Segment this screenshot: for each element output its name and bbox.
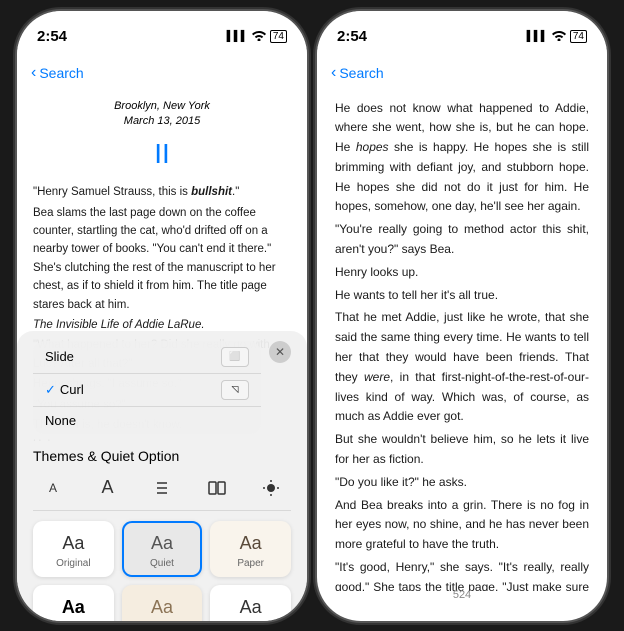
theme-original-name: Original: [56, 558, 90, 569]
theme-bold-label: Aa: [62, 597, 85, 618]
wifi-icon: [252, 30, 266, 44]
status-bar-left: 2:54 ▌▌▌ 74: [17, 11, 307, 55]
battery-icon-right: 74: [570, 30, 587, 43]
theme-quiet-label: Aa: [151, 533, 173, 554]
slide-option-curl[interactable]: ✓ Curl ◹: [33, 374, 261, 406]
theme-paper-name: Paper: [237, 558, 264, 569]
themes-grid: Aa Original Aa Quiet Aa Paper Aa Bold Aa: [33, 521, 291, 621]
theme-paper[interactable]: Aa Paper: [210, 521, 291, 577]
book-para-1: "Henry Samuel Strauss, this is bullshit.…: [33, 183, 291, 201]
reading-para-5: That he met Addie, just like he wrote, t…: [335, 308, 589, 427]
status-bar-right: 2:54 ▌▌▌ 74: [317, 11, 607, 55]
slide-option-slide[interactable]: Slide ⬜: [33, 341, 261, 373]
font-small-icon[interactable]: A: [37, 474, 69, 502]
status-time-right: 2:54: [337, 28, 367, 45]
back-button-right[interactable]: ‹ Search: [331, 64, 384, 82]
reading-para-8: And Bea breaks into a grin. There is no …: [335, 496, 589, 555]
reading-para-7: "Do you like it?" he asks.: [335, 473, 589, 493]
book-location: Brooklyn, New YorkMarch 13, 2015: [33, 99, 291, 130]
none-option-label: None: [45, 413, 76, 428]
curl-icon: ◹: [221, 380, 249, 400]
slide-option-none[interactable]: None: [33, 407, 261, 434]
chevron-left-icon-right: ‹: [331, 64, 336, 82]
theme-quiet[interactable]: Aa Quiet: [122, 521, 203, 577]
right-phone: 2:54 ▌▌▌ 74 ‹ Search He does not know wh…: [317, 11, 607, 621]
curl-option-label: Curl: [60, 382, 84, 397]
status-time-left: 2:54: [37, 28, 67, 45]
page-number: 524: [453, 589, 471, 601]
phones-container: 2:54 ▌▌▌ 74 ‹ Search Brooklyn, New YorkM…: [17, 11, 607, 621]
theme-focus-label: Aa: [240, 597, 262, 618]
theme-focus[interactable]: Aa Focus: [210, 585, 291, 621]
reading-para-3: Henry looks up.: [335, 263, 589, 283]
column-icon[interactable]: [201, 474, 233, 502]
theme-original[interactable]: Aa Original: [33, 521, 114, 577]
back-label-right: Search: [339, 65, 383, 81]
book-header: Brooklyn, New YorkMarch 13, 2015 II: [33, 99, 291, 176]
reading-content: He does not know what happened to Addie,…: [317, 91, 607, 591]
signal-icon: ▌▌▌: [227, 31, 248, 42]
nav-bar-right: ‹ Search: [317, 55, 607, 91]
theme-calm[interactable]: Aa Calm: [122, 585, 203, 621]
signal-icon-right: ▌▌▌: [527, 31, 548, 42]
font-large-icon[interactable]: A: [92, 474, 124, 502]
theme-quiet-name: Quiet: [150, 558, 174, 569]
theme-original-label: Aa: [62, 533, 84, 554]
slide-option-label: Slide: [45, 349, 74, 364]
themes-label: Themes & Quiet Option: [33, 448, 179, 464]
close-button[interactable]: ✕: [269, 341, 291, 363]
theme-paper-label: Aa: [240, 533, 262, 554]
toolbar-icons-row: A A: [33, 470, 291, 511]
themes-header: Themes & Quiet Option: [33, 448, 291, 464]
battery-icon: 74: [270, 30, 287, 43]
reading-para-1: He does not know what happened to Addie,…: [335, 99, 589, 218]
theme-bold[interactable]: Aa Bold: [33, 585, 114, 621]
slide-icon: ⬜: [221, 347, 249, 367]
reading-para-4: He wants to tell her it's all true.: [335, 286, 589, 306]
book-chapter: II: [33, 133, 291, 175]
theme-calm-label: Aa: [151, 597, 173, 618]
wifi-icon-right: [552, 30, 566, 44]
line-spacing-icon[interactable]: [146, 474, 178, 502]
status-icons-left: ▌▌▌ 74: [227, 30, 287, 44]
slide-options-section: Slide ⬜ ✓ Curl ◹ None: [33, 341, 261, 434]
book-para-2: Bea slams the last page down on the coff…: [33, 204, 291, 314]
back-button-left[interactable]: ‹ Search: [31, 64, 84, 82]
checkmark-icon: ✓: [45, 382, 56, 398]
status-icons-right: ▌▌▌ 74: [527, 30, 587, 44]
back-label-left: Search: [39, 65, 83, 81]
brightness-icon[interactable]: [255, 474, 287, 502]
chevron-left-icon: ‹: [31, 64, 36, 82]
reading-para-2: "You're really going to method actor thi…: [335, 220, 589, 260]
left-phone: 2:54 ▌▌▌ 74 ‹ Search Brooklyn, New YorkM…: [17, 11, 307, 621]
reading-para-9: "It's good, Henry," she says. "It's real…: [335, 558, 589, 590]
nav-bar-left: ‹ Search: [17, 55, 307, 91]
bottom-toolbar-left: Slide ⬜ ✓ Curl ◹ None ✕: [17, 331, 307, 621]
reading-para-6: But she wouldn't believe him, so he lets…: [335, 430, 589, 470]
